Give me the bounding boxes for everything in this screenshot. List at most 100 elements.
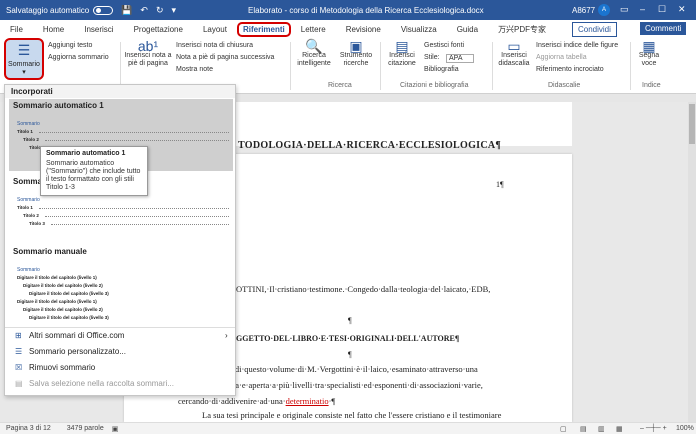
save-icon[interactable]: 💾 [121, 5, 132, 16]
user-name[interactable]: A8677 [572, 6, 595, 15]
preview-line: Digitare il titolo del capitolo (livello… [23, 307, 103, 312]
tab-file[interactable]: File [0, 25, 33, 34]
tab-inserisci[interactable]: Inserisci [74, 25, 123, 34]
mark-entry-icon: ▦ [642, 38, 656, 54]
tab-home[interactable]: Home [33, 25, 74, 34]
scrollbar-thumb[interactable] [689, 104, 695, 144]
ribbon-display-icon[interactable]: ▭ [620, 4, 629, 15]
bibliografia-button[interactable]: Bibliografia [424, 66, 459, 73]
stile-select[interactable]: APA [446, 54, 474, 63]
ribbon-separator [630, 42, 631, 90]
paragraph-line[interactable]: ·di·questo·volume·di·M.·Vergottini·è·il·… [232, 364, 478, 374]
preview-leader [45, 213, 229, 217]
sommario-manuale-item[interactable]: Sommario manuale Sommario Digitare il ti… [9, 245, 233, 325]
sommario-button[interactable]: ☰ Sommario ▾ [4, 38, 44, 80]
avatar[interactable]: A [598, 4, 610, 16]
vertical-scrollbar[interactable] [688, 102, 696, 422]
proofing-icon[interactable]: ▣ [112, 425, 119, 433]
gestisci-fonti-button[interactable]: Gestisci fonti [424, 42, 464, 49]
nota-successiva-button[interactable]: Nota a piè di pagina successiva [176, 54, 274, 61]
tab-lettere[interactable]: Lettere [291, 25, 336, 34]
altri-sommari-menu-item[interactable]: Altri sommari di Office.com [29, 331, 124, 340]
autosave-toggle[interactable] [93, 5, 114, 15]
strumento-ricerche-button[interactable]: ▣ Strumento ricerche [336, 39, 376, 68]
paragraph-line[interactable]: sa·e·aperta·a·più·livelli·tra·specialist… [232, 380, 483, 390]
preview-leader [39, 205, 229, 209]
ribbon-separator [492, 42, 493, 90]
chevron-down-icon: ▾ [22, 69, 26, 76]
preview-heading: Sommario [17, 267, 40, 273]
stile-label: Stile: [424, 54, 440, 61]
web-layout-icon[interactable]: ▦ [616, 425, 623, 433]
print-layout-icon[interactable]: ▥ [598, 425, 605, 433]
paragraph-line[interactable]: La sua tesi principale e originale consi… [202, 410, 501, 420]
zoom-level[interactable]: 100% [676, 425, 694, 432]
determinatio-word[interactable]: determinatio [286, 396, 329, 406]
tab-layout[interactable]: Layout [193, 25, 237, 34]
comments-button[interactable]: Commenti [640, 22, 687, 35]
tab-visualizza[interactable]: Visualizza [391, 25, 447, 34]
inserisci-indice-figure-button[interactable]: Inserisci indice delle figure [536, 42, 618, 49]
strumento-ricerche-label: Strumento ricerche [339, 52, 373, 67]
page-indicator[interactable]: Pagina 3 di 12 [6, 425, 51, 432]
preview-line: Digitare il titolo del capitolo (livello… [29, 291, 109, 296]
tooltip-description: Sommario automatico ("Sommario") che inc… [46, 160, 141, 191]
ribbon-separator [290, 42, 291, 90]
redo-icon[interactable]: ↻ [156, 5, 164, 16]
inserisci-nota-label: Inserisci nota a piè di pagina [124, 52, 172, 67]
dropdown-separator [5, 327, 235, 328]
document-title: Elaborato - corso di Metodologia della R… [248, 5, 484, 15]
sommario-personalizzato-menu-item[interactable]: Sommario personalizzato... [29, 347, 126, 356]
item-title: Sommario automatico 1 [13, 101, 104, 110]
mostra-note-button[interactable]: Mostra note [176, 66, 213, 73]
close-icon[interactable]: ✕ [678, 4, 686, 15]
share-button[interactable]: Condividi [572, 22, 617, 37]
paragraph-line[interactable]: cercando·di·addivenire·ad·una·determinat… [178, 396, 335, 406]
preview-line: Titolo 2 [23, 137, 39, 142]
undo-icon[interactable]: ↶ [140, 5, 148, 16]
aggiorna-sommario-button[interactable]: Aggiorna sommario [48, 54, 109, 61]
customize-toolbar-icon[interactable]: ▾ [171, 5, 176, 16]
document-heading[interactable]: TODOLOGIA·DELLA·RICERCA·ECCLESIOLOGICA¶ [238, 140, 501, 151]
inserisci-citazione-button[interactable]: ▤ Inserisci citazione [384, 38, 420, 68]
search-icon: 🔍 [305, 38, 323, 54]
inserisci-didascalia-button[interactable]: ▭ Inserisci didascalia [494, 39, 534, 68]
title-bar: Salvataggio automatico 💾 ↶ ↻ ▾ Elaborato… [0, 0, 696, 20]
tab-pdf-expert[interactable]: 万兴PDF专家 [488, 24, 556, 35]
salva-selezione-menu-item[interactable]: Salva selezione nella raccolta sommari..… [29, 379, 174, 388]
ribbon-separator [380, 42, 381, 90]
group-indice-label: Indice [642, 82, 661, 89]
tab-riferimenti[interactable]: Riferimenti [236, 21, 291, 37]
focus-icon[interactable]: ▢ [560, 425, 567, 433]
sommario-label: Sommario [8, 61, 40, 68]
preview-line: Titolo 3 [29, 221, 45, 226]
segna-voce-button[interactable]: ▦ Segna voce [634, 38, 664, 68]
inserisci-nota-button[interactable]: ab¹ Inserisci nota a piè di pagina [124, 38, 172, 68]
rimuovi-sommario-menu-item[interactable]: Rimuovi sommario [29, 363, 95, 372]
maximize-icon[interactable]: ☐ [658, 4, 666, 15]
paragraph-text: cercando·di·addivenire·ad·una· [178, 396, 286, 406]
tab-guida[interactable]: Guida [447, 25, 488, 34]
preview-line: Digitare il titolo del capitolo (livello… [17, 299, 97, 304]
inserisci-nota-chiusura-button[interactable]: Inserisci nota di chiusura [176, 42, 253, 49]
aggiungi-testo-button[interactable]: Aggiungi testo [48, 42, 92, 49]
preview-line: Titolo 1 [17, 129, 33, 134]
reference-line[interactable]: OTTINI,·Il·cristiano·testimone.·Congedo·… [236, 284, 490, 294]
read-mode-icon[interactable]: ▤ [580, 425, 587, 433]
word-count[interactable]: 3479 parole [67, 425, 104, 432]
preview-line: Digitare il titolo del capitolo (livello… [23, 283, 103, 288]
preview-heading: Sommario [17, 121, 40, 127]
aggiorna-tabella-button[interactable]: Aggiorna tabella [536, 54, 587, 61]
zoom-slider[interactable]: – ─┼─ + [640, 425, 667, 432]
autosave-label: Salvataggio automatico [6, 5, 90, 15]
ricerca-intelligente-button[interactable]: 🔍 Ricerca intelligente [294, 38, 334, 68]
tab-revisione[interactable]: Revisione [336, 25, 391, 34]
citation-icon: ▤ [395, 38, 409, 54]
group-didascalie-label: Didascalie [548, 82, 581, 89]
pilcrow: ¶ [348, 316, 352, 325]
tab-progettazione[interactable]: Progettazione [124, 25, 193, 34]
section-heading[interactable]: GGETTO·DEL·LIBRO·E·TESI·ORIGINALI·DELL'A… [236, 334, 459, 343]
footnote-icon: ab¹ [137, 38, 159, 54]
minimize-icon[interactable]: – [640, 4, 645, 14]
riferimento-incrociato-button[interactable]: Riferimento incrociato [536, 66, 604, 73]
